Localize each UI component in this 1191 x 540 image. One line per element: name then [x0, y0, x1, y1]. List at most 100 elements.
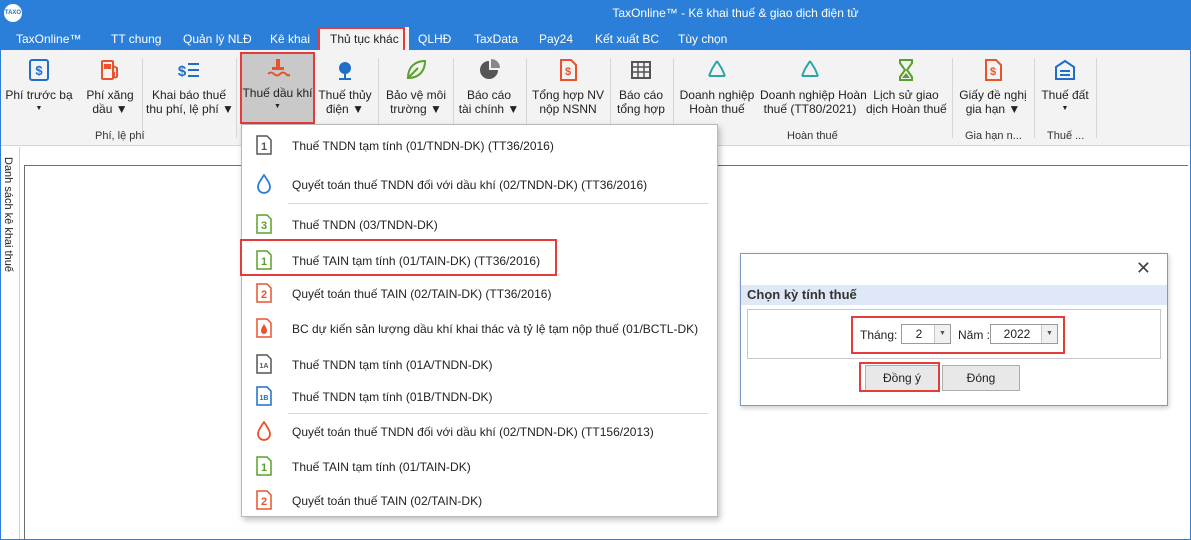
ribbon-doanh-nghiep-hoan-thue[interactable]: Doanh nghiệp Hoàn thuế — [679, 56, 755, 126]
ribbon-label: Giấy đề nghị — [959, 88, 1027, 102]
ribbon-tong-hop-nv[interactable]: $ Tổng hợp NV nộp NSNN — [530, 56, 606, 126]
dd-item-bctl[interactable]: BC dự kiến sản lượng dầu khí khai thác v… — [242, 312, 719, 346]
ribbon-label: tài chính ▼ — [458, 102, 520, 116]
dd-item-tndn-01[interactable]: 1 Thuế TNDN tạm tính (01/TNDN-DK) (TT36/… — [242, 129, 719, 163]
ribbon-lich-su-giao-dich[interactable]: Lịch sử giao dịch Hoàn thuế — [866, 56, 947, 126]
dd-item-qt-tain-02[interactable]: 2 Quyết toán thuế TAIN (02/TAIN-DK) — [242, 484, 719, 518]
dd-item-qt-tain-02-tt36[interactable]: 2 Quyết toán thuế TAIN (02/TAIN-DK) (TT3… — [242, 277, 719, 311]
svg-text:2: 2 — [261, 496, 267, 508]
menu-bar: TaxOnline™ TT chung Quản lý NLĐ Kê khai … — [0, 27, 1191, 51]
ribbon-label: dầu ▼ — [92, 102, 128, 116]
close-button[interactable]: Đóng — [942, 365, 1020, 391]
oil-rig-icon — [266, 59, 290, 77]
ribbon-label: Phí xăng — [86, 88, 134, 102]
menu-taxdata[interactable]: TaxData — [474, 28, 518, 50]
ribbon-label: Thuế đất — [1041, 88, 1089, 102]
water-drop-icon — [257, 174, 271, 194]
group-label-hoan-thue: Hoàn thuế — [787, 130, 838, 142]
doc-number-1-icon: 1 — [256, 456, 272, 476]
dd-item-label: Thuế TNDN tạm tính (01A/TNDN-DK) — [292, 358, 493, 372]
ribbon-separator — [952, 58, 953, 138]
menu-ke-khai[interactable]: Kê khai — [270, 28, 310, 50]
ribbon-phi-xang-dau[interactable]: Phí xăng dầu ▼ — [82, 56, 138, 126]
ribbon-label: Phí trước bạ — [5, 88, 73, 102]
svg-text:$: $ — [990, 66, 996, 78]
fuel-pump-icon — [101, 60, 118, 80]
warehouse-icon — [1055, 59, 1075, 80]
doc-1b-icon: 1B — [256, 386, 272, 406]
highlight-thu-tuc-khac — [317, 27, 405, 52]
dd-item-tain-01[interactable]: 1 Thuế TAIN tạm tính (01/TAIN-DK) — [242, 450, 719, 484]
ribbon-label: Khai báo thuế — [151, 88, 227, 102]
pie-chart-icon — [480, 59, 500, 79]
highlight-ok-button — [859, 362, 940, 392]
ribbon-label: Thuế thủy — [318, 88, 372, 102]
group-label-gia-han: Gia hạn n... — [965, 130, 1022, 142]
svg-text:$: $ — [35, 63, 43, 78]
dd-item-label: Quyết toán thuế TAIN (02/TAIN-DK) (TT36/… — [292, 287, 552, 301]
ribbon-bao-cao-tong-hop[interactable]: Báo cáo tổng hợp — [614, 56, 668, 126]
ribbon-doanh-nghiep-hoan-thue-tt80[interactable]: Doanh nghiệp Hoàn thuế (TT80/2021) — [760, 56, 867, 126]
ribbon-label: Bảo vệ môi — [385, 88, 447, 102]
ribbon-label: Báo cáo — [466, 88, 512, 102]
highlight-tain-01-tt36 — [240, 239, 557, 276]
ribbon-separator — [1034, 58, 1035, 138]
ribbon-label: Hoàn thuế — [689, 102, 745, 116]
dd-item-label: Thuế TNDN tạm tính (01/TNDN-DK) (TT36/20… — [292, 139, 554, 153]
menu-quan-ly-nld[interactable]: Quản lý NLĐ — [183, 28, 252, 50]
close-icon[interactable]: ✕ — [1136, 258, 1151, 279]
svg-text:1: 1 — [261, 462, 267, 474]
ribbon-thue-dau-khi[interactable]: Thuế dầu khí ▼ — [240, 52, 315, 124]
svg-text:1A: 1A — [260, 363, 269, 370]
ribbon-label: nộp NSNN — [539, 102, 597, 116]
ribbon-khai-bao-thue[interactable]: $ Khai báo thuế thu phí, lệ phí ▼ — [146, 56, 234, 126]
doc-number-3-icon: 3 — [256, 214, 272, 234]
doc-number-1-icon: 1 — [256, 135, 272, 155]
ribbon-bao-ve-moi-truong[interactable]: Bảo vệ môi trường ▼ — [382, 56, 450, 126]
menu-tuy-chon[interactable]: Tùy chọn — [678, 28, 727, 50]
ribbon-label: điện ▼ — [326, 102, 364, 116]
menu-qlhd[interactable]: QLHĐ — [418, 28, 451, 50]
dd-item-tndn-01a[interactable]: 1A Thuế TNDN tạm tính (01A/TNDN-DK) — [242, 348, 719, 382]
dd-item-tndn-03[interactable]: 3 Thuế TNDN (03/TNDN-DK) — [242, 208, 719, 242]
ribbon-thue-dat[interactable]: Thuế đất ▼ — [1038, 56, 1092, 126]
ribbon-label: Doanh nghiệp — [679, 88, 755, 102]
dd-separator — [288, 203, 708, 204]
menu-taxonline[interactable]: TaxOnline™ — [16, 28, 81, 50]
ribbon-giay-de-nghi-gia-han[interactable]: $ Giấy đề nghị gia hạn ▼ — [958, 56, 1028, 126]
ribbon-label: thu phí, lệ phí ▼ — [146, 102, 234, 116]
ribbon-label: Báo cáo — [618, 88, 664, 102]
dd-item-label: BC dự kiến sản lượng dầu khí khai thác v… — [292, 322, 699, 336]
ribbon-label: Doanh nghiệp Hoàn — [760, 88, 867, 102]
doc-1a-icon: 1A — [256, 354, 272, 374]
dd-item-tndn-01b[interactable]: 1B Thuế TNDN tạm tính (01B/TNDN-DK) — [242, 380, 719, 414]
menu-ket-xuat-bc[interactable]: Kết xuất BC — [595, 28, 659, 50]
flame-document-icon — [256, 318, 272, 338]
dd-item-label: Thuế TAIN tạm tính (01/TAIN-DK) — [292, 460, 471, 474]
dollar-document-icon: $ — [560, 59, 577, 81]
ribbon-separator — [142, 58, 143, 138]
side-panel[interactable]: Danh sách kê khai thuế — [0, 147, 20, 540]
menu-tt-chung[interactable]: TT chung — [111, 28, 161, 50]
dollar-document-icon: $ — [985, 59, 1002, 81]
ribbon-label: Thuế dầu khí — [242, 86, 313, 100]
dd-item-label: Thuế TNDN (03/TNDN-DK) — [292, 218, 438, 232]
dropdown-thue-dau-khi: 1 Thuế TNDN tạm tính (01/TNDN-DK) (TT36/… — [241, 124, 718, 517]
ribbon-label: Lịch sử giao — [873, 88, 939, 102]
ribbon-bao-cao-tai-chinh[interactable]: Báo cáo tài chính ▼ — [457, 56, 521, 126]
water-drop-icon — [257, 421, 271, 441]
svg-text:2: 2 — [261, 289, 267, 301]
dd-item-qt-tndn-02-tt156[interactable]: Quyết toán thuế TNDN đối với dầu khí (02… — [242, 415, 719, 449]
menu-pay24[interactable]: Pay24 — [539, 28, 573, 50]
recycle-icon — [801, 60, 819, 77]
dd-separator — [288, 413, 708, 414]
ribbon-label: dịch Hoàn thuế — [866, 102, 947, 116]
doc-number-2-icon: 2 — [256, 490, 272, 510]
dd-item-label: Quyết toán thuế TAIN (02/TAIN-DK) — [292, 494, 483, 508]
highlight-period-fields — [851, 316, 1065, 354]
dd-item-qt-tndn-02[interactable]: Quyết toán thuế TNDN đối với dầu khí (02… — [242, 168, 719, 202]
ribbon-thue-thuy-dien[interactable]: Thuế thủy điện ▼ — [316, 56, 374, 126]
svg-text:3: 3 — [261, 220, 267, 232]
ribbon-phi-truoc-ba[interactable]: $ Phí trước bạ ▼ — [4, 56, 74, 126]
dollar-list-icon: $ — [178, 63, 199, 80]
